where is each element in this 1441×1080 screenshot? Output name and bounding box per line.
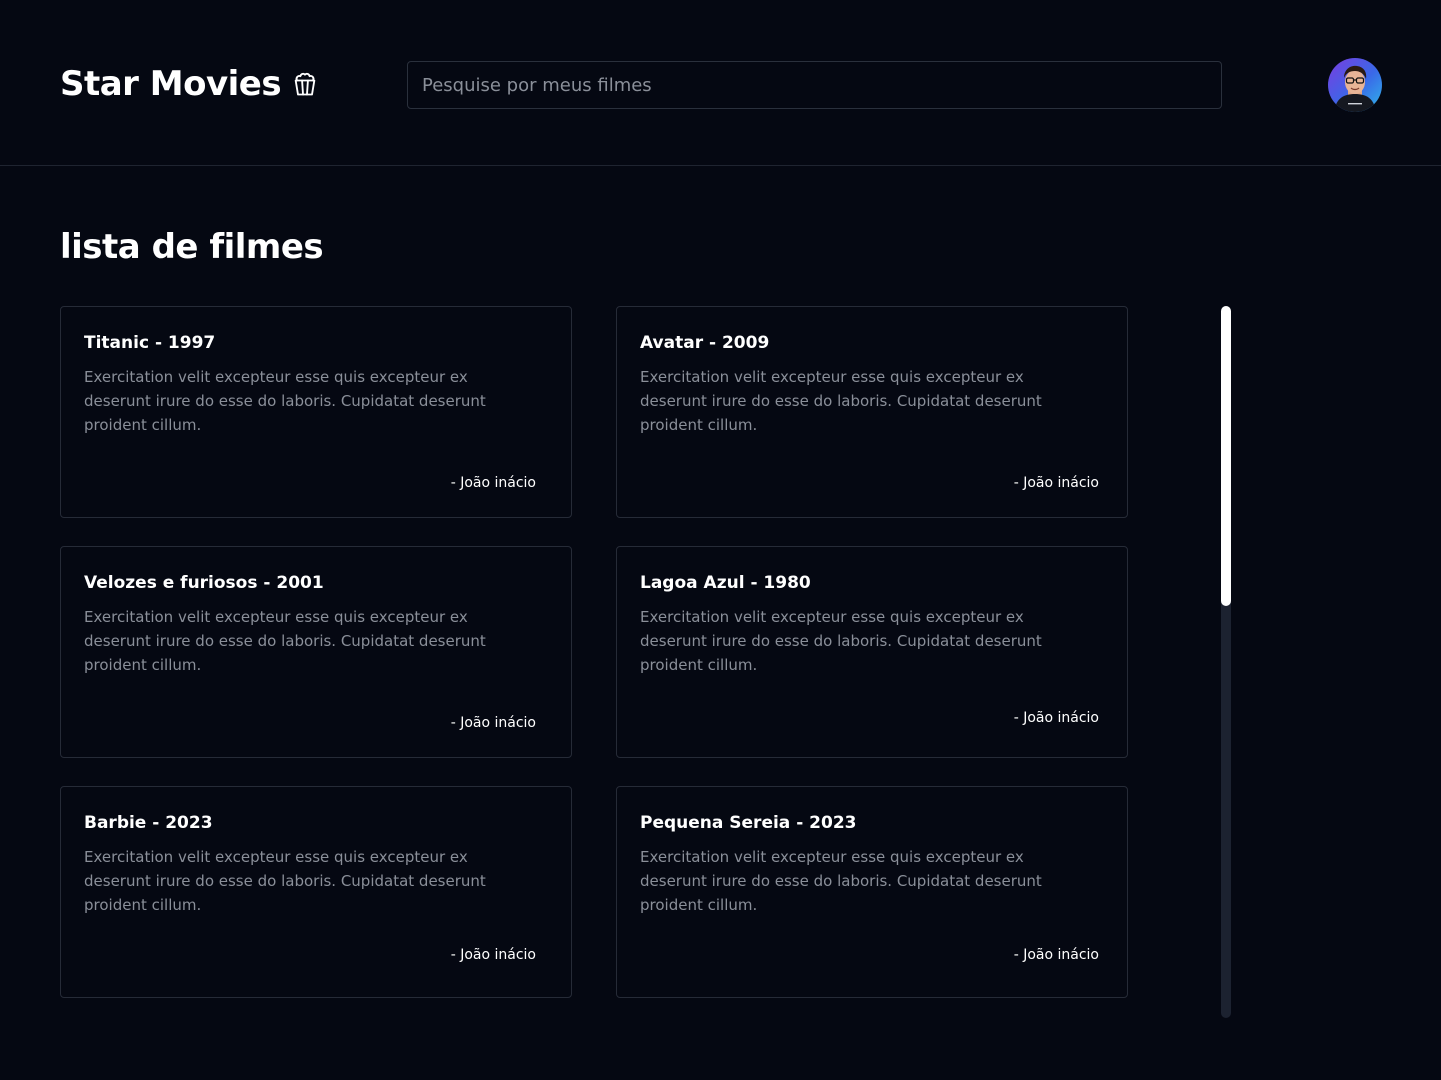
movie-title: Barbie - 2023 — [84, 813, 213, 833]
movie-author: - João inácio — [450, 475, 536, 491]
movie-description: Exercitation velit excepteur esse quis e… — [84, 848, 486, 914]
movie-author: - João inácio — [450, 715, 536, 731]
movie-title: Pequena Sereia - 2023 — [640, 813, 857, 833]
movie-card[interactable]: Titanic - 1997 Exercitation velit except… — [60, 306, 572, 518]
movie-title: Velozes e furiosos - 2001 — [84, 573, 324, 593]
movie-card[interactable]: Lagoa Azul - 1980 Exercitation velit exc… — [616, 546, 1128, 758]
movie-card[interactable]: Velozes e furiosos - 2001 Exercitation v… — [60, 546, 572, 758]
movie-description: Exercitation velit excepteur esse quis e… — [84, 608, 486, 674]
movie-author: - João inácio — [1013, 710, 1099, 726]
movie-title: Titanic - 1997 — [84, 333, 216, 353]
movie-list: Titanic - 1997 Exercitation velit except… — [60, 306, 1128, 998]
popcorn-icon — [294, 72, 316, 96]
search-input[interactable] — [407, 61, 1222, 109]
movie-author: - João inácio — [1013, 475, 1099, 491]
movie-card[interactable]: Avatar - 2009 Exercitation velit excepte… — [616, 306, 1128, 518]
avatar[interactable] — [1328, 58, 1382, 112]
movie-description: Exercitation velit excepteur esse quis e… — [640, 608, 1042, 674]
movie-title: Avatar - 2009 — [640, 333, 770, 353]
brand-title: Star Movies — [60, 64, 282, 104]
scrollbar[interactable] — [1221, 306, 1231, 1018]
page-title: lista de filmes — [60, 227, 324, 267]
user-avatar-icon — [1334, 65, 1376, 112]
brand[interactable]: Star Movies — [60, 64, 319, 104]
movie-description: Exercitation velit excepteur esse quis e… — [640, 368, 1042, 434]
movie-description: Exercitation velit excepteur esse quis e… — [640, 848, 1042, 914]
movie-title: Lagoa Azul - 1980 — [640, 573, 811, 593]
movie-card[interactable]: Pequena Sereia - 2023 Exercitation velit… — [616, 786, 1128, 998]
movie-card[interactable]: Barbie - 2023 Exercitation velit excepte… — [60, 786, 572, 998]
scrollbar-thumb[interactable] — [1221, 306, 1231, 606]
movie-author: - João inácio — [1013, 947, 1099, 963]
movie-author: - João inácio — [450, 947, 536, 963]
app-header: Star Movies — [0, 0, 1441, 166]
movie-description: Exercitation velit excepteur esse quis e… — [84, 368, 486, 434]
